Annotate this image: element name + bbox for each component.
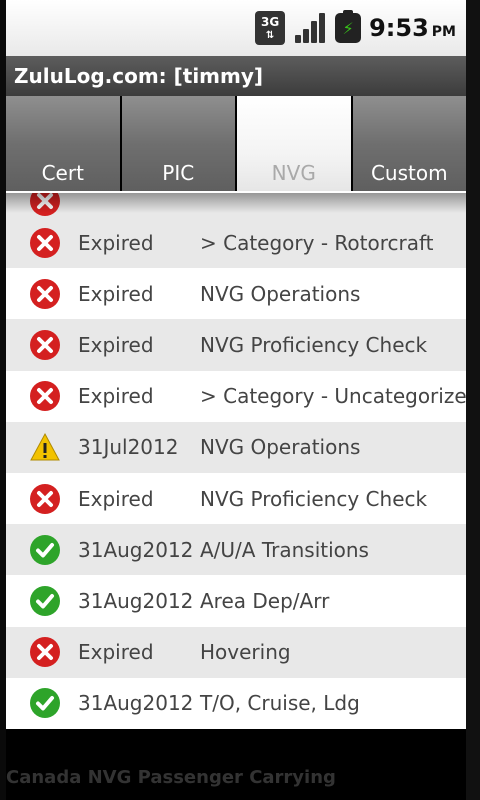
item-date: Expired [78, 486, 154, 511]
clock: 9:53 PM [369, 14, 456, 42]
expired-icon [30, 278, 60, 309]
item-date: Expired [78, 230, 154, 255]
checkmark-icon [30, 585, 60, 616]
item-description: NVG Proficiency Check [200, 332, 428, 357]
list-item[interactable]: Expired NVG Proficiency Check [6, 473, 466, 524]
battery-charging-icon: ⚡ [335, 10, 362, 43]
item-date: Expired [78, 332, 154, 357]
item-description: NVG Operations [200, 281, 361, 306]
bottom-area: Canada NVG Passenger Carrying [6, 729, 466, 800]
tab-pic[interactable]: PIC [121, 96, 235, 191]
item-date: 31Jul2012 [78, 435, 179, 460]
3g-data-icon: 3G ⇅ [255, 11, 286, 45]
expired-icon [30, 381, 60, 412]
clock-time: 9:53 [369, 14, 429, 42]
item-date: 31Aug2012 [78, 691, 194, 716]
item-date: Expired [78, 281, 154, 306]
item-date: 31Aug2012 [78, 537, 194, 562]
clock-ampm: PM [431, 24, 456, 40]
item-description: A/U/A Transitions [200, 537, 369, 562]
app-title: ZuluLog.com: [timmy] [14, 64, 264, 88]
list-item[interactable]: Expired NVG Proficiency Check [6, 319, 466, 371]
checkmark-icon [30, 688, 60, 719]
item-description: T/O, Cruise, Ldg [200, 691, 360, 716]
tab-label: Custom [370, 161, 448, 185]
item-date: Expired [78, 640, 154, 665]
warning-icon [30, 433, 60, 461]
expired-icon [30, 193, 60, 216]
tab-label: Cert [41, 161, 84, 185]
status-bar: 3G ⇅ ⚡ 9:53 PM [6, 0, 466, 56]
expired-icon [30, 483, 60, 514]
data-arrows-icon: ⇅ [265, 30, 275, 41]
signal-strength-icon [293, 11, 327, 45]
list-item[interactable]: Expired > Category - Rotorcraft [6, 217, 466, 269]
list-item[interactable]: 31Aug2012 A/U/A Transitions [6, 524, 466, 576]
expired-icon [30, 227, 60, 258]
expired-icon [30, 329, 60, 360]
list-item[interactable]: 31Jul2012 NVG Operations [6, 421, 466, 473]
list-item-partial[interactable] [6, 193, 466, 217]
item-description: > Category - Uncategorized [200, 384, 466, 409]
list-item[interactable]: Expired Hovering [6, 626, 466, 678]
right-frame [466, 0, 480, 800]
item-description: > Category - Rotorcraft [200, 230, 434, 255]
item-description: NVG Proficiency Check [200, 486, 428, 511]
item-description: Hovering [200, 640, 291, 665]
item-description: NVG Operations [200, 435, 361, 460]
tab-custom[interactable]: Custom [352, 96, 466, 191]
list-item[interactable]: Expired NVG Operations [6, 268, 466, 319]
item-date: 31Aug2012 [78, 588, 194, 613]
checkmark-icon [30, 534, 60, 565]
item-description: Area Dep/Arr [200, 588, 330, 613]
partial-list-label: Canada NVG Passenger Carrying [6, 767, 336, 788]
list-item[interactable]: 31Aug2012 Area Dep/Arr [6, 575, 466, 626]
tab-cert[interactable]: Cert [6, 96, 120, 191]
item-date: Expired [78, 384, 154, 409]
currency-list[interactable]: Expired > Category - Rotorcraft Expired NVG… [6, 193, 466, 729]
tab-label: PIC [162, 161, 195, 185]
network-label: 3G [260, 15, 280, 29]
tab-nvg[interactable]: NVG [237, 96, 351, 191]
list-item[interactable]: 31Aug2012 T/O, Cruise, Ldg [6, 678, 466, 729]
list-item[interactable]: Expired > Category - Uncategorized [6, 371, 466, 422]
app-title-bar: ZuluLog.com: [timmy] [6, 56, 466, 96]
tab-label: NVG [271, 161, 316, 185]
tab-bar: Cert PIC NVG Custom [6, 96, 466, 194]
expired-icon [30, 637, 60, 668]
